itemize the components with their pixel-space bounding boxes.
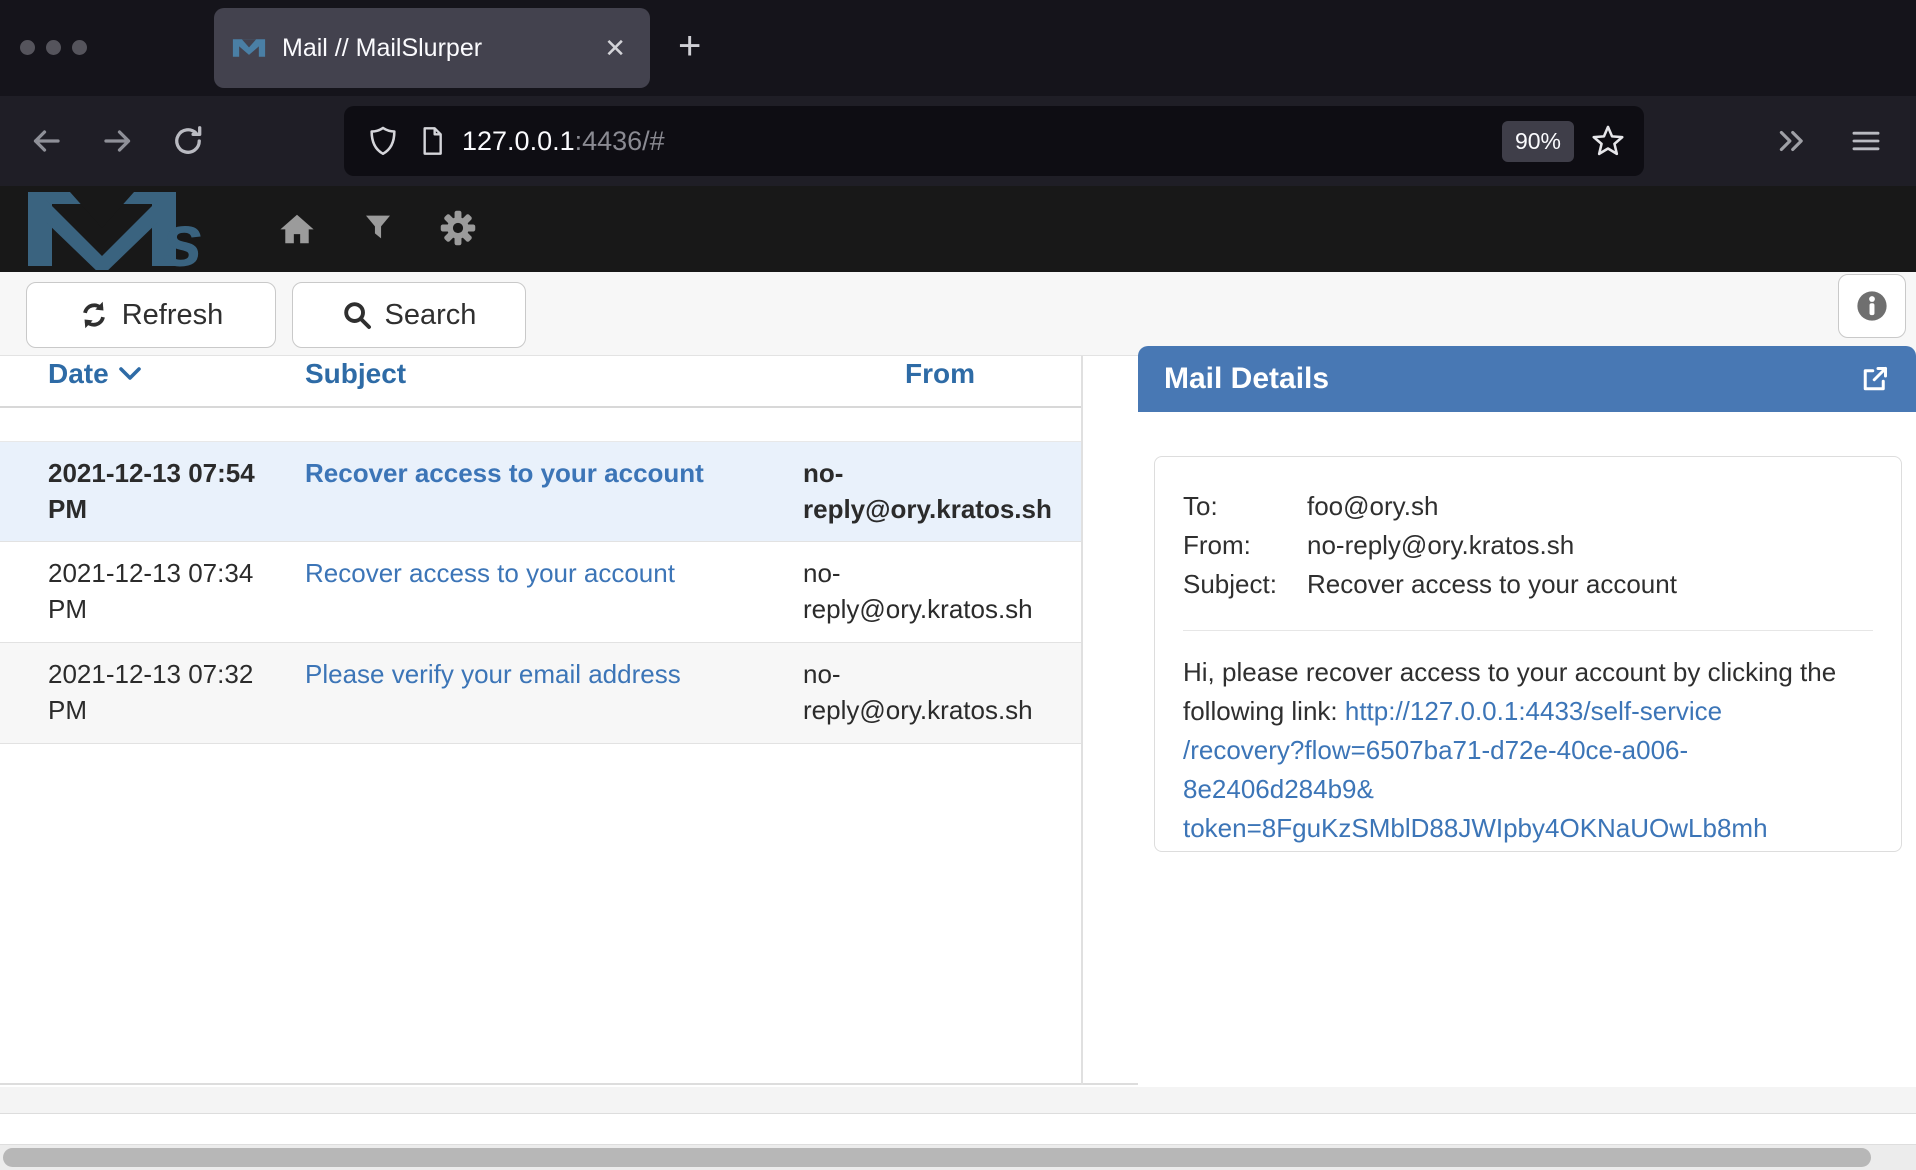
window-zoom-dot[interactable] — [72, 40, 87, 55]
menu-hamburger-icon[interactable] — [1840, 96, 1892, 186]
mail-details-header: Mail Details — [1138, 346, 1916, 412]
from-label: From: — [1183, 526, 1307, 565]
browser-tab[interactable]: Mail // MailSlurper ✕ — [214, 8, 650, 88]
url-bar[interactable]: 127.0.0.1:4436/# 90% — [344, 106, 1644, 176]
filter-icon[interactable] — [362, 210, 394, 244]
url-path: :4436/# — [575, 126, 665, 156]
mail-details-title: Mail Details — [1164, 362, 1860, 396]
column-header-subject[interactable]: Subject — [305, 358, 406, 390]
refresh-button[interactable]: Refresh — [26, 282, 276, 348]
mail-subject-link[interactable]: Recover access to your account — [305, 558, 675, 588]
refresh-button-label: Refresh — [122, 299, 224, 332]
divider — [1183, 630, 1873, 631]
shield-icon[interactable] — [366, 124, 400, 158]
mail-date: 2021-12-13 07:54 PM — [48, 455, 278, 527]
svg-text:s: s — [162, 199, 203, 270]
mail-details-body: To: foo@ory.sh From: no-reply@ory.kratos… — [1138, 412, 1916, 1085]
overflow-chevrons-icon[interactable] — [1766, 96, 1818, 186]
home-icon[interactable] — [278, 210, 316, 248]
window-close-dot[interactable] — [20, 40, 35, 55]
search-icon — [342, 300, 372, 330]
external-link-icon[interactable] — [1860, 364, 1890, 394]
mail-date: 2021-12-13 07:34 PM — [48, 555, 278, 627]
to-value: foo@ory.sh — [1307, 487, 1873, 526]
mail-subject-link[interactable]: Recover access to your account — [305, 458, 704, 488]
main-content: Date Subject From 2021-12-13 07:54 PM Re… — [0, 356, 1916, 1085]
mail-rows: 2021-12-13 07:54 PM Recover access to yo… — [0, 441, 1081, 744]
url-text[interactable]: 127.0.0.1:4436/# — [462, 126, 1502, 157]
window-minimize-dot[interactable] — [46, 40, 61, 55]
subject-label: Subject: — [1183, 565, 1307, 604]
from-value: no-reply@ory.kratos.sh — [1307, 526, 1873, 565]
mail-preview-card: To: foo@ory.sh From: no-reply@ory.kratos… — [1154, 456, 1902, 852]
horizontal-scrollbar-thumb[interactable] — [3, 1148, 1871, 1167]
mail-body-line2-prefix: following link: — [1183, 696, 1345, 726]
bookmark-star-icon[interactable] — [1590, 123, 1626, 159]
column-header-from[interactable]: From — [905, 358, 975, 390]
mail-row-selected[interactable]: 2021-12-13 07:54 PM Recover access to yo… — [0, 441, 1081, 542]
footer-strip-white — [0, 1115, 1916, 1144]
new-tab-button[interactable]: + — [668, 22, 711, 70]
search-button[interactable]: Search — [292, 282, 526, 348]
window-controls[interactable] — [20, 40, 87, 55]
app-header: s — [0, 186, 1916, 272]
info-button[interactable] — [1838, 274, 1906, 338]
tab-favicon-mailslurper-icon — [232, 35, 266, 61]
mail-subject-link[interactable]: Please verify your email address — [305, 659, 681, 689]
sort-chevron-down-icon — [119, 367, 141, 381]
date-header-label: Date — [48, 358, 109, 390]
app-toolbar: Refresh Search — [0, 272, 1916, 356]
mail-row[interactable]: 2021-12-13 07:32 PM Please verify your e… — [0, 643, 1081, 744]
mail-from: no-reply@ory.kratos.sh — [803, 656, 1055, 728]
to-label: To: — [1183, 487, 1307, 526]
tab-close-icon[interactable]: ✕ — [598, 31, 632, 65]
mail-details-panel: Mail Details To: foo@ory.sh From: no-rep… — [1138, 346, 1916, 1085]
column-header-date[interactable]: Date — [48, 358, 141, 390]
reload-button[interactable] — [162, 96, 214, 186]
mail-body-line1: Hi, please recover access to your accoun… — [1183, 657, 1836, 687]
mail-from: no-reply@ory.kratos.sh — [803, 455, 1055, 527]
mailslurper-logo: s — [24, 188, 220, 270]
mail-from: no-reply@ory.kratos.sh — [803, 555, 1055, 627]
mail-date: 2021-12-13 07:32 PM — [48, 656, 278, 728]
mail-row[interactable]: 2021-12-13 07:34 PM Recover access to yo… — [0, 542, 1081, 643]
browser-window: Mail // MailSlurper ✕ + 127.0.0.1:4436/#… — [0, 0, 1916, 1170]
refresh-icon — [79, 300, 109, 330]
tab-title: Mail // MailSlurper — [282, 34, 598, 63]
info-icon — [1855, 289, 1889, 323]
footer-strip — [0, 1087, 1916, 1114]
zoom-level-badge[interactable]: 90% — [1502, 121, 1574, 162]
url-host: 127.0.0.1 — [462, 126, 575, 156]
tab-bar: Mail // MailSlurper ✕ + — [0, 0, 1916, 96]
mail-list-panel: Date Subject From 2021-12-13 07:54 PM Re… — [0, 356, 1083, 1085]
subject-value: Recover access to your account — [1307, 565, 1873, 604]
back-button[interactable] — [20, 96, 72, 186]
mail-list-header: Date Subject From — [0, 356, 1081, 408]
mail-body-text: Hi, please recover access to your accoun… — [1183, 653, 1873, 848]
search-button-label: Search — [385, 299, 477, 332]
gear-icon[interactable] — [440, 210, 476, 246]
horizontal-scrollbar[interactable] — [0, 1144, 1916, 1170]
navigation-toolbar: 127.0.0.1:4436/# 90% — [0, 96, 1916, 186]
page-icon[interactable] — [416, 124, 448, 158]
forward-button[interactable] — [92, 96, 144, 186]
